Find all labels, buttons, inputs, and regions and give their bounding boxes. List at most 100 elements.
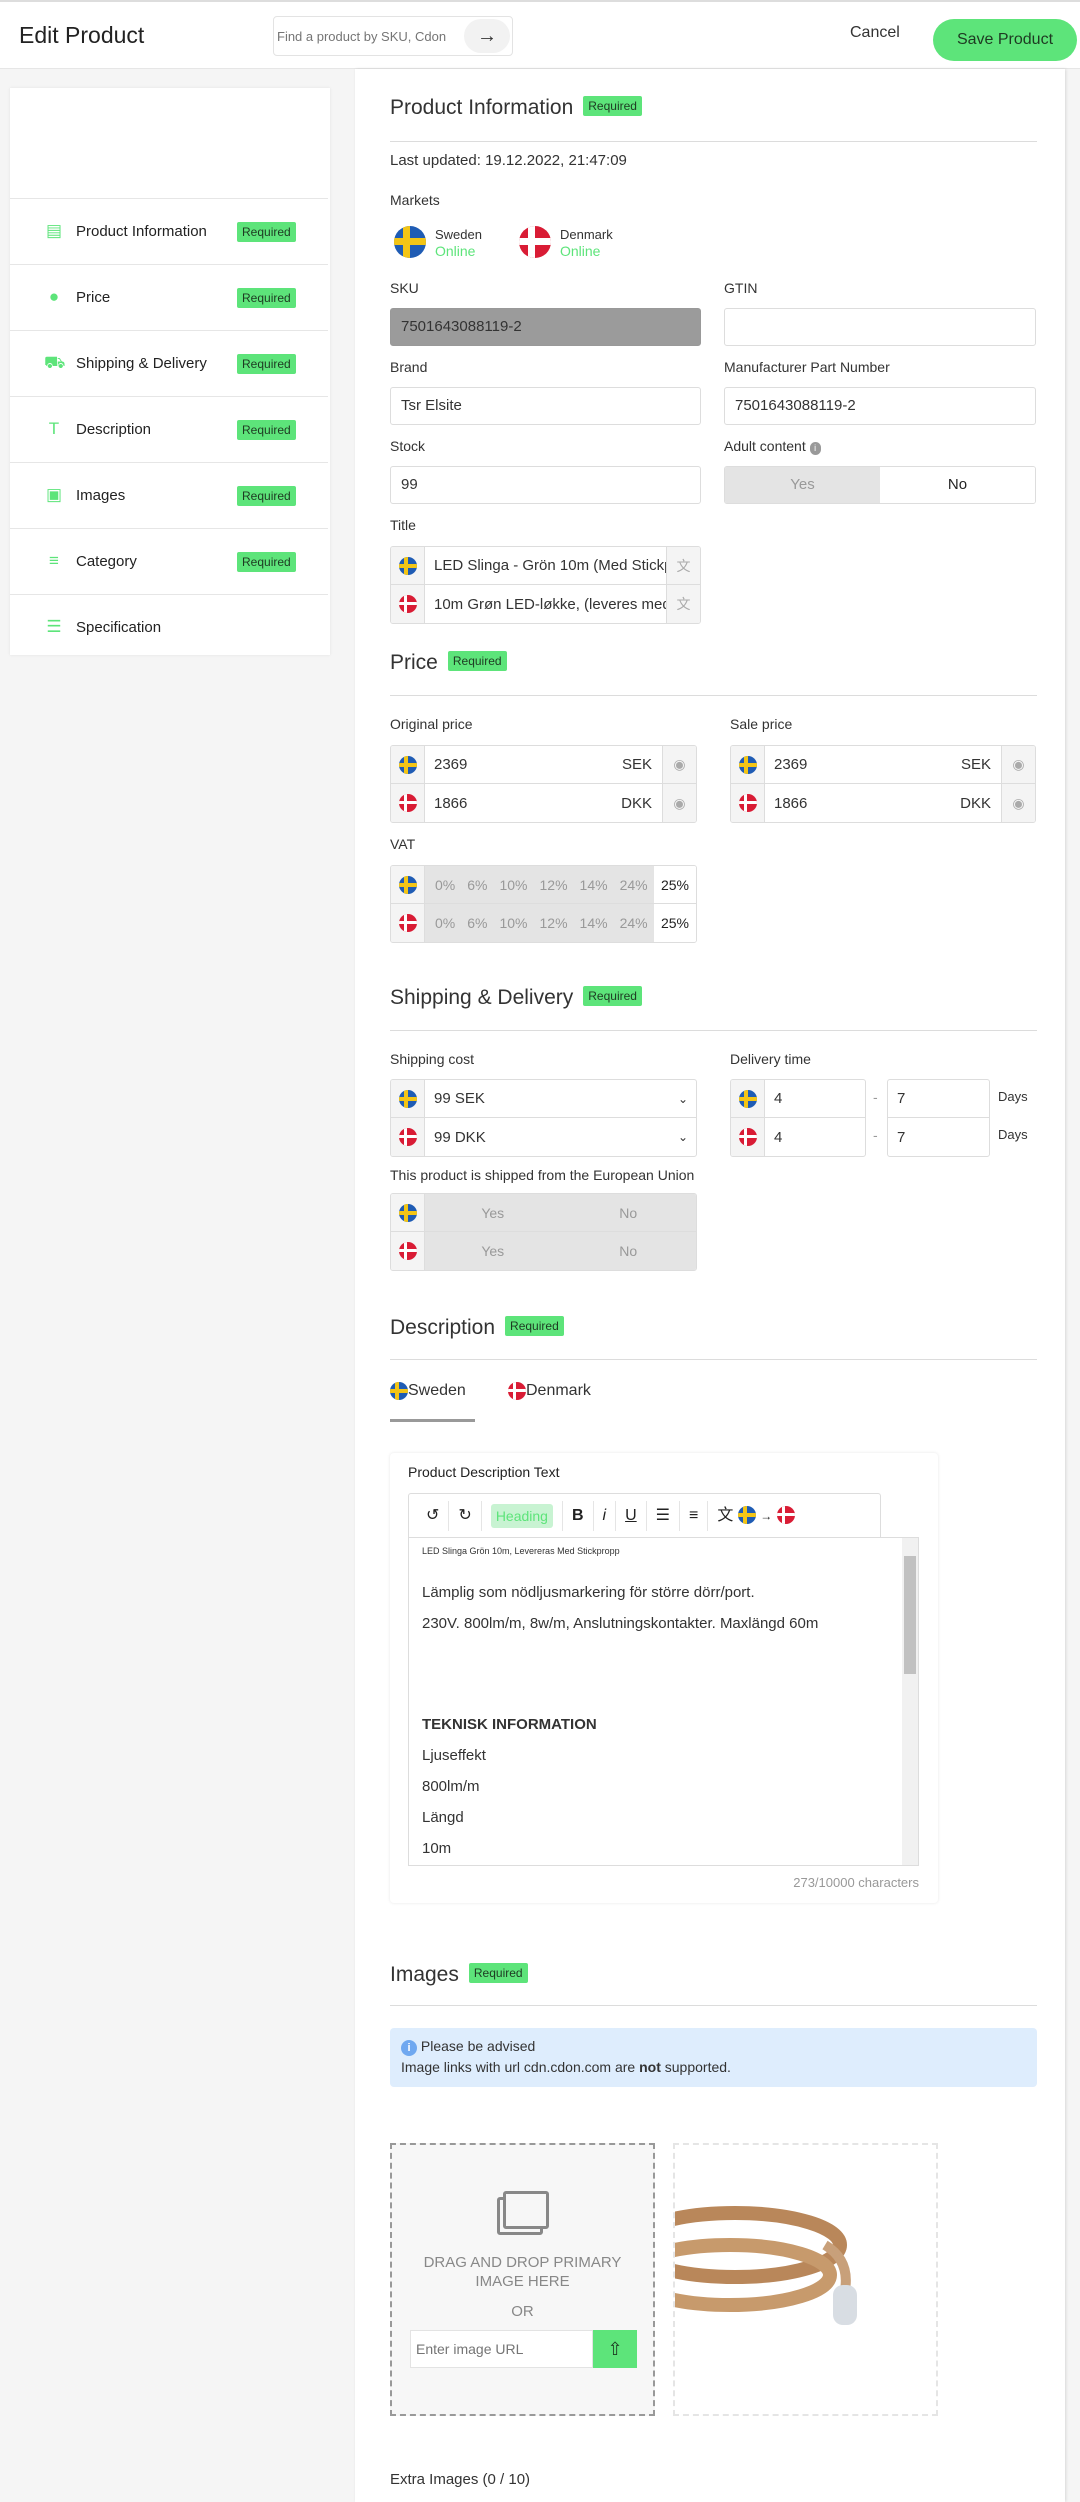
info-icon[interactable]: i <box>809 442 821 455</box>
range-dash: - <box>873 1127 878 1143</box>
coins-icon[interactable]: ◉ <box>662 784 696 822</box>
section-heading-price: Price Required <box>390 651 507 675</box>
sidebar-item-specification[interactable]: ☰ Specification <box>10 594 328 660</box>
cancel-button[interactable]: Cancel <box>850 24 900 42</box>
vat-option[interactable]: 6% <box>461 915 493 931</box>
translate-icon[interactable]: 文 <box>666 585 700 623</box>
vat-option-selected[interactable]: 25% <box>654 866 696 903</box>
upload-icon[interactable]: ⇧ <box>593 2330 637 2368</box>
vat-option[interactable]: 6% <box>461 877 493 893</box>
currency-label: DKK <box>621 794 652 812</box>
sidebar-item-category[interactable]: ≡ Category Required <box>10 528 328 594</box>
bold-button[interactable]: B <box>563 1500 594 1531</box>
info-notice: i Please be advised Image links with url… <box>390 2028 1037 2087</box>
sweden-flag-icon <box>394 226 426 258</box>
vat-option-selected[interactable]: 25% <box>654 904 696 942</box>
description-editor[interactable]: LED Slinga Grön 10m, Levereras Med Stick… <box>408 1537 919 1866</box>
sidebar-item-label: Shipping & Delivery <box>76 355 207 372</box>
gtin-label: GTIN <box>724 280 758 296</box>
sidebar-item-product-information[interactable]: ▤ Product Information Required <box>10 198 328 264</box>
coins-icon[interactable]: ◉ <box>662 746 696 783</box>
eu-yes-se[interactable]: Yes <box>425 1194 561 1231</box>
title-se-input[interactable]: LED Slinga - Grön 10m (Med Stickpropp) <box>425 557 666 574</box>
primary-image-dropzone[interactable]: DRAG AND DROP PRIMARY IMAGE HERE OR ⇧ <box>390 2143 655 2416</box>
delivery-min-group: 4 4 <box>730 1079 866 1157</box>
extra-images-label: Extra Images (0 / 10) <box>390 2471 531 2488</box>
mpn-field[interactable]: 7501643088119-2 <box>724 387 1036 425</box>
numbered-list-icon[interactable]: ≡ <box>680 1500 709 1531</box>
translate-icon[interactable]: 文 <box>666 547 700 584</box>
eu-no-dk[interactable]: No <box>561 1232 697 1270</box>
bullet-list-icon[interactable]: ☰ <box>647 1500 680 1531</box>
sidebar-item-price[interactable]: ● Price Required <box>10 264 328 330</box>
search-input[interactable] <box>274 17 464 55</box>
original-price-group: 2369 SEK ◉ 1866 DKK ◉ <box>390 745 697 823</box>
delivery-min-dk-input[interactable]: 4 <box>765 1129 865 1146</box>
original-price-dk-input[interactable]: 1866 <box>425 795 621 812</box>
title-dk-input[interactable]: 10m Grøn LED-løkke, (leveres med stik) <box>425 596 666 613</box>
undo-icon[interactable]: ↺ <box>417 1500 450 1531</box>
category-icon: ≡ <box>49 551 59 570</box>
vat-option[interactable]: 10% <box>493 915 533 931</box>
translate-se-to-dk-button[interactable]: 文 → <box>708 1501 803 1531</box>
primary-image-preview[interactable] <box>673 2143 938 2416</box>
delivery-max-dk-input[interactable]: 7 <box>888 1129 989 1146</box>
delivery-time-label: Delivery time <box>730 1051 811 1067</box>
main-panel <box>355 69 1065 2502</box>
denmark-flag-icon <box>738 1128 757 1146</box>
vat-option[interactable]: 24% <box>614 915 654 931</box>
adult-yes-option[interactable]: Yes <box>725 467 880 503</box>
required-badge: Required <box>468 1963 528 1984</box>
image-icon: ▣ <box>45 485 63 504</box>
delivery-max-se-input[interactable]: 7 <box>888 1090 989 1107</box>
shipping-cost-dk-select[interactable]: 99 DKK <box>425 1129 678 1146</box>
brand-field[interactable]: Tsr Elsite <box>390 387 701 425</box>
vat-option[interactable]: 12% <box>534 877 574 893</box>
heading-button[interactable]: Heading <box>482 1500 563 1531</box>
underline-button[interactable]: U <box>616 1500 647 1531</box>
sweden-flag-icon <box>738 1089 757 1108</box>
vat-option[interactable]: 24% <box>614 877 654 893</box>
sidebar-item-label: Price <box>76 289 111 306</box>
eu-yes-dk[interactable]: Yes <box>425 1232 561 1270</box>
sale-price-se-input[interactable]: 2369 <box>765 756 961 773</box>
sidebar-item-label: Images <box>76 487 126 504</box>
vat-option[interactable]: 12% <box>534 915 574 931</box>
adult-no-option[interactable]: No <box>880 467 1035 503</box>
last-updated: Last updated: 19.12.2022, 21:47:09 <box>390 152 627 169</box>
sidebar-item-label: Description <box>76 421 152 438</box>
sidebar-item-shipping[interactable]: ⛟ Shipping & Delivery Required <box>10 330 328 396</box>
italic-button[interactable]: i <box>594 1500 617 1531</box>
image-url-input[interactable] <box>410 2330 593 2368</box>
info-icon: i <box>401 2040 417 2056</box>
sidebar-item-images[interactable]: ▣ Images Required <box>10 462 328 528</box>
eu-no-se[interactable]: No <box>561 1194 697 1231</box>
tab-denmark[interactable]: Denmark <box>508 1382 591 1400</box>
chevron-down-icon[interactable]: ⌄ <box>678 1092 696 1106</box>
original-price-se-input[interactable]: 2369 <box>425 756 622 773</box>
vat-option[interactable]: 0% <box>425 877 461 893</box>
chevron-down-icon[interactable]: ⌄ <box>678 1130 696 1144</box>
required-badge: Required <box>237 486 296 506</box>
sweden-flag-icon <box>390 1382 408 1400</box>
vat-option[interactable]: 10% <box>493 877 533 893</box>
tab-sweden[interactable]: Sweden <box>390 1382 466 1400</box>
delivery-min-se-input[interactable]: 4 <box>765 1090 865 1107</box>
stock-field[interactable]: 99 <box>390 466 701 504</box>
save-product-button[interactable]: Save Product <box>933 19 1077 61</box>
sale-price-dk-input[interactable]: 1866 <box>765 795 960 812</box>
vat-option[interactable]: 14% <box>574 915 614 931</box>
sidebar-item-label: Category <box>76 553 137 570</box>
coins-icon[interactable]: ◉ <box>1001 784 1035 822</box>
redo-icon[interactable]: ↻ <box>449 1500 482 1531</box>
sidebar-item-description[interactable]: T Description Required <box>10 396 328 462</box>
shipping-cost-se-select[interactable]: 99 SEK <box>425 1090 678 1107</box>
vat-option[interactable]: 0% <box>425 915 461 931</box>
sidebar-item-label: Specification <box>76 619 162 636</box>
coins-icon[interactable]: ◉ <box>1001 746 1035 783</box>
gtin-field[interactable] <box>724 308 1036 346</box>
vat-option[interactable]: 14% <box>574 877 614 893</box>
denmark-flag-icon <box>398 914 417 932</box>
arrow-right-icon[interactable]: → <box>464 19 510 53</box>
scrollbar-thumb[interactable] <box>904 1556 916 1674</box>
